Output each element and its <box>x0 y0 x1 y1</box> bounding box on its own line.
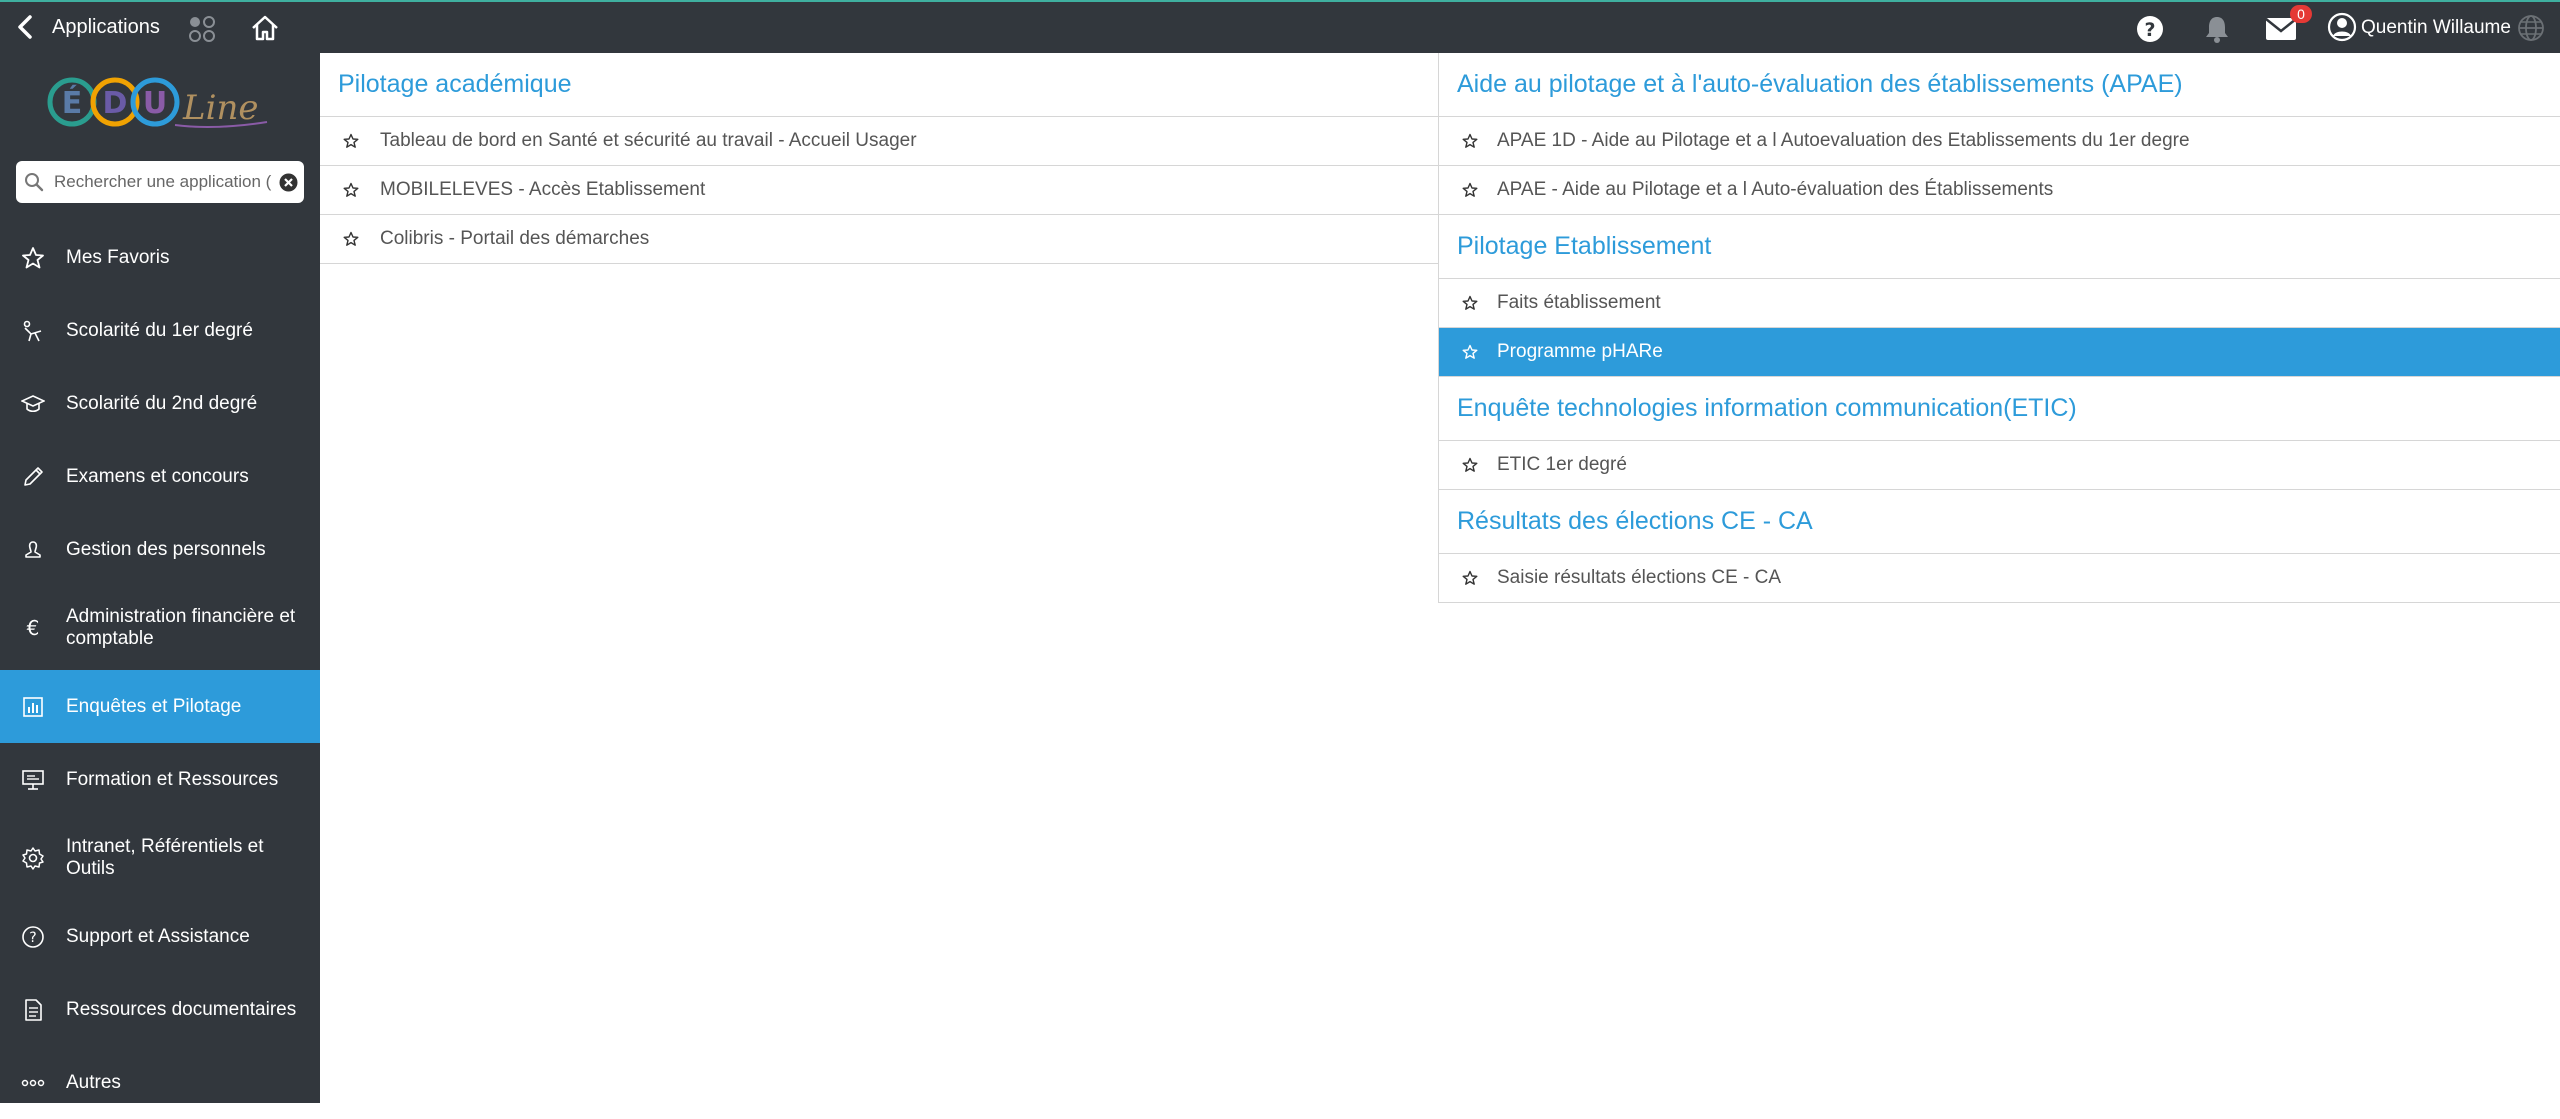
app-name: Programme pHARe <box>1497 341 1663 362</box>
favorite-star-icon[interactable] <box>1462 457 1478 473</box>
svg-text:É: É <box>62 85 83 121</box>
app-row[interactable]: Colibris - Portail des démarches <box>320 215 1438 264</box>
sidebar-nav: Mes Favoris Scolarité du 1er degré Scola… <box>0 221 320 1119</box>
app-row[interactable]: Tableau de bord en Santé et sécurité au … <box>320 117 1438 166</box>
app-name: APAE 1D - Aide au Pilotage et a l Autoev… <box>1497 130 2190 151</box>
sidebar-item-autres[interactable]: Autres <box>0 1046 320 1119</box>
sidebar-item-personnels[interactable]: Gestion des personnels <box>0 513 320 586</box>
sidebar-item-label: Ressources documentaires <box>66 998 297 1020</box>
app-name: Saisie résultats élections CE - CA <box>1497 567 1782 588</box>
sidebar-item-examens[interactable]: Examens et concours <box>0 440 320 513</box>
favorite-star-icon[interactable] <box>343 182 359 198</box>
app-name: APAE - Aide au Pilotage et a l Auto-éval… <box>1497 179 2054 200</box>
applications-title[interactable]: Applications <box>52 16 160 39</box>
app-name: ETIC 1er degré <box>1497 454 1627 475</box>
sidebar-item-intranet[interactable]: Intranet, Référentiels et Outils <box>0 816 320 900</box>
sidebar-item-label: Examens et concours <box>66 465 249 487</box>
section-title-elections: Résultats des élections CE - CA <box>1439 490 2560 554</box>
app-name: Colibris - Portail des démarches <box>380 228 650 249</box>
favorite-star-icon[interactable] <box>1462 133 1478 149</box>
sidebar-item-label: Gestion des personnels <box>66 538 266 560</box>
sidebar-item-label: Enquêtes et Pilotage <box>66 695 242 717</box>
app-row-selected[interactable]: Programme pHARe <box>1439 328 2560 377</box>
sidebar-item-ressources[interactable]: Ressources documentaires <box>0 973 320 1046</box>
section-title-etic: Enquête technologies information communi… <box>1439 377 2560 441</box>
eduline-logo: É D U Line <box>47 77 268 129</box>
presentation-icon <box>22 769 44 790</box>
person-icon <box>25 540 41 558</box>
question-icon: ? <box>22 925 44 948</box>
bar-chart-icon <box>23 696 43 717</box>
graduation-cap-icon <box>21 394 45 412</box>
app-row[interactable]: APAE 1D - Aide au Pilotage et a l Autoev… <box>1439 117 2560 166</box>
section-title-apae: Aide au pilotage et à l'auto-évaluation … <box>1439 53 2560 117</box>
app-search-input[interactable] <box>54 168 282 196</box>
app-row[interactable]: ETIC 1er degré <box>1439 441 2560 490</box>
gear-icon <box>22 847 44 870</box>
right-sections: Aide au pilotage et à l'auto-évaluation … <box>1438 53 2560 603</box>
document-icon <box>25 998 42 1021</box>
favorite-star-icon[interactable] <box>1462 182 1478 198</box>
favorite-star-icon[interactable] <box>1462 295 1478 311</box>
svg-text:?: ? <box>29 930 36 946</box>
bell-icon[interactable] <box>2202 14 2232 44</box>
help-icon[interactable]: ? <box>2136 15 2164 43</box>
sidebar-item-label: Formation et Ressources <box>66 768 279 790</box>
favorite-star-icon[interactable] <box>343 133 359 149</box>
sidebar-item-label: Administration financière et comptable <box>66 606 296 649</box>
sidebar: É D U Line Mes Favoris Scolarité du 1er … <box>0 53 320 1103</box>
sidebar-item-label: Scolarité du 1er degré <box>66 319 253 341</box>
sidebar-item-label: Support et Assistance <box>66 925 250 947</box>
user-avatar-icon[interactable] <box>2327 12 2357 42</box>
apps-grid-icon[interactable] <box>188 15 216 43</box>
globe-icon[interactable] <box>2516 13 2546 43</box>
favorite-star-icon[interactable] <box>1462 344 1478 360</box>
app-row[interactable]: Faits établissement <box>1439 279 2560 328</box>
sidebar-item-favoris[interactable]: Mes Favoris <box>0 221 320 294</box>
svg-text:U: U <box>143 86 167 121</box>
sidebar-item-scolarite-2nd[interactable]: Scolarité du 2nd degré <box>0 367 320 440</box>
section-title: Pilotage académique <box>320 53 1438 117</box>
sidebar-item-administration[interactable]: € Administration financière et comptable <box>0 586 320 670</box>
app-name: MOBILELEVES - Accès Etablissement <box>380 179 706 200</box>
app-row[interactable]: APAE - Aide au Pilotage et a l Auto-éval… <box>1439 166 2560 215</box>
svg-text:€: € <box>27 616 40 640</box>
svg-text:D: D <box>103 86 128 121</box>
more-icon <box>21 1079 45 1086</box>
svg-text:?: ? <box>2144 19 2155 41</box>
mail-count-badge: 0 <box>2290 5 2312 23</box>
sidebar-item-label: Autres <box>66 1071 121 1093</box>
favorite-star-icon[interactable] <box>1462 570 1478 586</box>
sidebar-item-label: Mes Favoris <box>66 246 170 268</box>
sidebar-item-scolarite-1er[interactable]: Scolarité du 1er degré <box>0 294 320 367</box>
app-name: Tableau de bord en Santé et sécurité au … <box>380 130 917 151</box>
pencil-icon <box>24 466 43 486</box>
svg-text:Line: Line <box>182 88 258 128</box>
star-icon <box>22 246 44 268</box>
app-row[interactable]: MOBILELEVES - Accès Etablissement <box>320 166 1438 215</box>
app-name: Faits établissement <box>1497 292 1661 313</box>
sidebar-item-label: Intranet, Référentiels et Outils <box>66 836 264 879</box>
section-title-pilotage-etablissement: Pilotage Etablissement <box>1439 215 2560 279</box>
sidebar-item-label: Scolarité du 2nd degré <box>66 392 258 414</box>
user-name[interactable]: Quentin Willaume <box>2361 17 2511 39</box>
sidebar-item-support[interactable]: ? Support et Assistance <box>0 900 320 973</box>
pilotage-academique-section: Pilotage académique Tableau de bord en S… <box>320 53 1438 264</box>
top-bar: Applications ? 0 Quentin Willaume <box>0 0 2560 53</box>
search-icon <box>25 173 44 192</box>
app-row[interactable]: Saisie résultats élections CE - CA <box>1439 554 2560 603</box>
child-icon <box>23 320 42 341</box>
sidebar-item-enquetes[interactable]: Enquêtes et Pilotage <box>0 670 320 743</box>
chevron-left-icon[interactable] <box>14 14 38 40</box>
app-search-box <box>16 161 304 203</box>
favorite-star-icon[interactable] <box>343 231 359 247</box>
euro-icon: € <box>27 616 40 640</box>
sidebar-item-formation[interactable]: Formation et Ressources <box>0 743 320 816</box>
home-icon[interactable] <box>250 13 280 43</box>
clear-search-icon[interactable] <box>279 173 298 192</box>
